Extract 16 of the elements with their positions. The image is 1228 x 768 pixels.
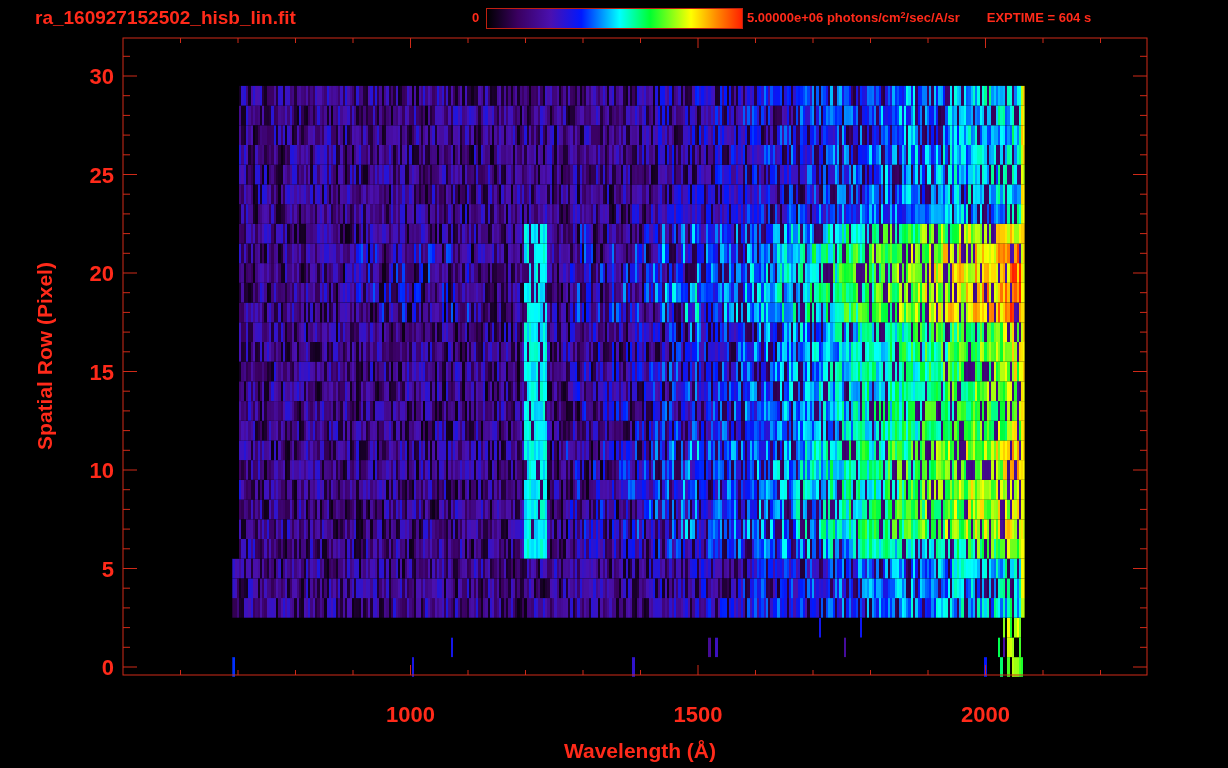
y-tick-label: 5 [101, 556, 114, 582]
exposure-time: EXPTIME = 604 s [986, 9, 1092, 28]
x-tick-label: 2000 [961, 702, 1010, 727]
y-tick-label: 30 [89, 64, 114, 89]
y-tick-label: 10 [89, 458, 114, 483]
y-tick-label: 20 [89, 261, 114, 286]
y-axis-label: Spatial Row (Pixel) [33, 262, 56, 450]
x-tick-label: 1500 [673, 702, 723, 727]
colorbar-max-label: 5.00000e+06 photons/cm$^{2}$/sec/A/sr [747, 8, 960, 28]
y-tick-label: 25 [89, 162, 114, 188]
x-axis-label: Wavelength (Å) [563, 739, 717, 762]
y-tick-label: 15 [89, 359, 114, 385]
y-tick-label: 0 [101, 655, 114, 680]
x-tick-label: 1000 [386, 702, 435, 727]
plot-title: ra_160927152502_hisb_lin.fit [34, 5, 297, 30]
colorbar-min-label: 0 [472, 9, 481, 28]
